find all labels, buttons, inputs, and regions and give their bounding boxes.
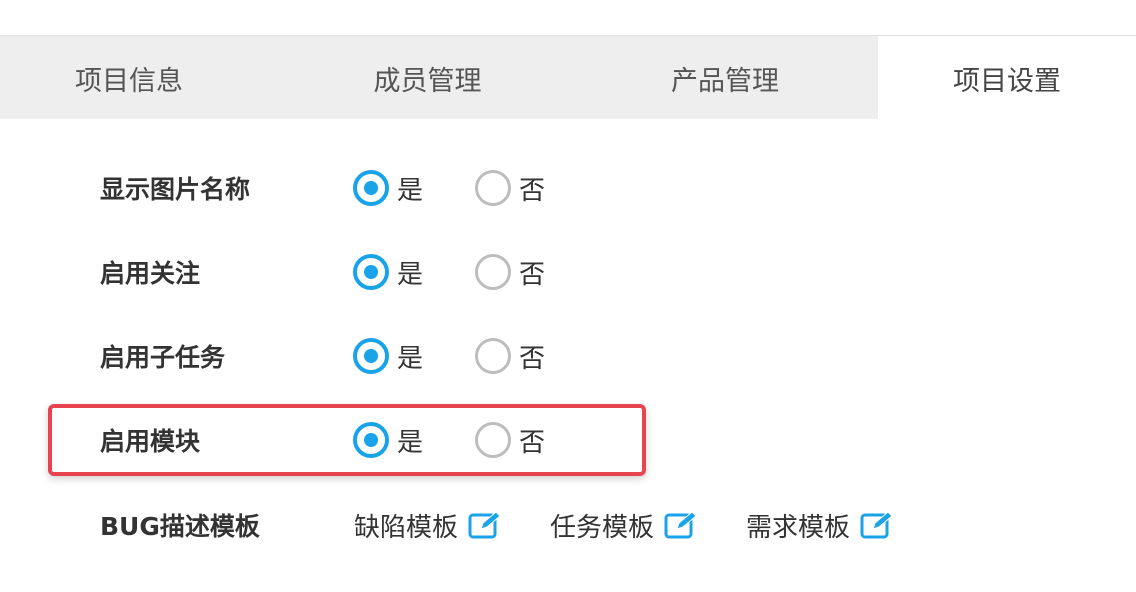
tab-project-settings[interactable]: 项目设置 — [878, 36, 1136, 120]
option-no[interactable]: 否 — [475, 158, 545, 218]
tab-product-management[interactable]: 产品管理 — [570, 36, 880, 120]
edit-icon[interactable] — [860, 510, 894, 540]
tab-label: 成员管理 — [373, 65, 482, 97]
setting-label: 启用模块 — [100, 427, 201, 456]
task-template-link[interactable]: 任务模板 — [550, 495, 698, 555]
setting-row-show-image-name: 显示图片名称 是 否 — [0, 158, 1136, 218]
radio-unchecked-icon[interactable] — [475, 170, 511, 206]
template-label: 需求模板 — [746, 512, 851, 543]
tab-label: 产品管理 — [671, 65, 779, 97]
setting-label: 显示图片名称 — [100, 175, 251, 204]
setting-label: BUG描述模板 — [100, 512, 260, 541]
option-no-label: 否 — [519, 427, 546, 458]
radio-unchecked-icon[interactable] — [475, 254, 511, 290]
edit-icon[interactable] — [664, 510, 698, 540]
option-no[interactable]: 否 — [475, 326, 545, 386]
setting-row-enable-follow: 启用关注 是 否 — [0, 242, 1136, 302]
tab-bar: 项目信息 成员管理 产品管理 项目设置 — [0, 35, 1136, 120]
option-yes[interactable]: 是 — [353, 242, 423, 302]
tab-label: 项目信息 — [75, 65, 183, 97]
option-no[interactable]: 否 — [475, 242, 545, 302]
option-no-label: 否 — [519, 259, 546, 290]
option-yes[interactable]: 是 — [353, 410, 423, 470]
tab-label: 项目设置 — [953, 65, 1061, 97]
defect-template-link[interactable]: 缺陷模板 — [354, 495, 502, 555]
option-yes[interactable]: 是 — [353, 326, 423, 386]
option-no-label: 否 — [519, 343, 546, 374]
setting-label: 启用子任务 — [100, 343, 226, 372]
tab-project-info[interactable]: 项目信息 — [0, 36, 258, 120]
radio-checked-icon[interactable] — [353, 422, 389, 458]
radio-unchecked-icon[interactable] — [475, 338, 511, 374]
setting-row-enable-subtasks: 启用子任务 是 否 — [0, 326, 1136, 386]
setting-label: 启用关注 — [100, 259, 201, 288]
radio-checked-icon[interactable] — [353, 254, 389, 290]
option-yes-label: 是 — [397, 175, 424, 206]
radio-unchecked-icon[interactable] — [475, 422, 511, 458]
template-label: 任务模板 — [550, 512, 655, 543]
radio-checked-icon[interactable] — [353, 338, 389, 374]
template-label: 缺陷模板 — [354, 512, 459, 543]
option-yes-label: 是 — [397, 343, 424, 374]
radio-checked-icon[interactable] — [353, 170, 389, 206]
edit-icon[interactable] — [468, 510, 502, 540]
setting-row-enable-modules: 启用模块 是 否 — [0, 410, 1136, 470]
option-no[interactable]: 否 — [475, 410, 545, 470]
tab-member-management[interactable]: 成员管理 — [270, 36, 585, 120]
requirement-template-link[interactable]: 需求模板 — [746, 495, 894, 555]
option-yes[interactable]: 是 — [353, 158, 423, 218]
project-settings-page: 项目信息 成员管理 产品管理 项目设置 显示图片名称 是 否 启用关注 是 否 … — [0, 0, 1136, 592]
option-yes-label: 是 — [397, 427, 424, 458]
option-yes-label: 是 — [397, 259, 424, 290]
option-no-label: 否 — [519, 175, 546, 206]
setting-row-bug-templates: BUG描述模板 缺陷模板 任务模板 需求模板 — [0, 495, 1136, 555]
